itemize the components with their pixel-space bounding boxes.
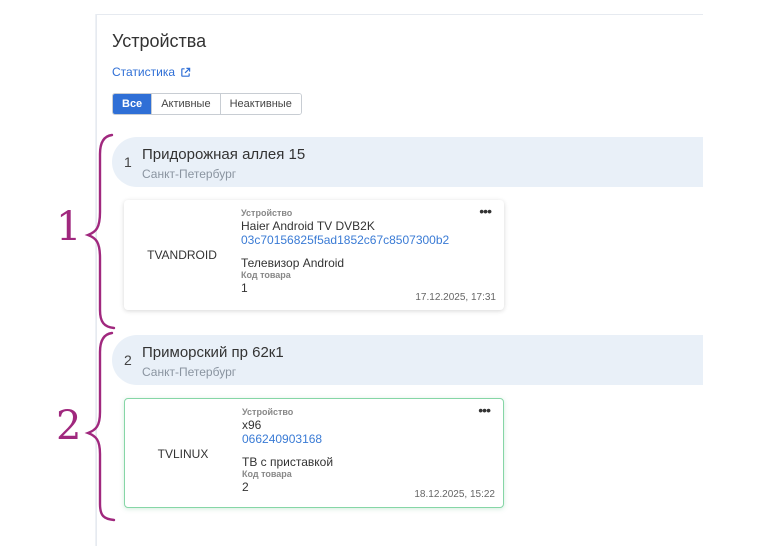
group-title: Приморский пр 62к1 bbox=[142, 344, 284, 361]
group-city: Санкт-Петербург bbox=[142, 365, 237, 379]
more-horizontal-icon[interactable]: ••• bbox=[479, 204, 492, 218]
filter-inactive-button[interactable]: Неактивные bbox=[220, 94, 301, 114]
device-type: TVANDROID bbox=[147, 248, 217, 262]
device-description: ТВ с приставкой bbox=[242, 455, 334, 469]
more-horizontal-icon[interactable]: ••• bbox=[478, 403, 491, 417]
filter-all-button[interactable]: Все bbox=[113, 94, 153, 114]
location-group-header[interactable]: 1 Придорожная аллея 15 Санкт-Петербург bbox=[112, 137, 703, 187]
group-title: Придорожная аллея 15 bbox=[142, 146, 306, 163]
device-label: Устройство bbox=[241, 208, 293, 218]
annotation-label-1: 1 bbox=[56, 204, 82, 250]
device-type: TVLINUX bbox=[157, 447, 209, 461]
group-city: Санкт-Петербург bbox=[142, 167, 237, 181]
device-name: x96 bbox=[242, 418, 262, 432]
device-label: Устройство bbox=[242, 407, 294, 417]
group-number: 2 bbox=[124, 352, 132, 368]
location-group-header[interactable]: 2 Приморский пр 62к1 Санкт-Петербург bbox=[112, 335, 703, 385]
group-number: 1 bbox=[124, 154, 132, 170]
device-id-link[interactable]: 066240903168 bbox=[242, 432, 333, 446]
device-details: Устройство x96 066240903168 ТВ с пристав… bbox=[242, 407, 333, 494]
device-card[interactable]: TVANDROID Устройство Haier Android TV DV… bbox=[124, 200, 504, 310]
device-name: Haier Android TV DVB2K bbox=[241, 219, 375, 233]
product-code-label: Код товара bbox=[242, 469, 292, 479]
device-id-link[interactable]: 03c70156825f5ad1852c67c8507300b2 bbox=[241, 233, 449, 247]
status-filter: Все Активные Неактивные bbox=[112, 93, 302, 115]
page-title: Устройства bbox=[112, 31, 207, 51]
product-code-label: Код товара bbox=[241, 270, 291, 280]
statistics-link[interactable]: Статистика bbox=[112, 65, 191, 79]
device-details: Устройство Haier Android TV DVB2K 03c701… bbox=[241, 208, 449, 295]
product-code: 2 bbox=[242, 480, 249, 494]
filter-active-button[interactable]: Активные bbox=[152, 94, 221, 114]
statistics-link-label: Статистика bbox=[112, 65, 176, 79]
device-card-selected[interactable]: TVLINUX Устройство x96 066240903168 ТВ с… bbox=[124, 398, 504, 508]
device-description: Телевизор Android bbox=[241, 256, 345, 270]
external-link-icon bbox=[181, 67, 191, 77]
annotation-label-2: 2 bbox=[56, 403, 82, 449]
device-date: 18.12.2025, 15:22 bbox=[414, 489, 495, 500]
device-date: 17.12.2025, 17:31 bbox=[415, 292, 496, 303]
